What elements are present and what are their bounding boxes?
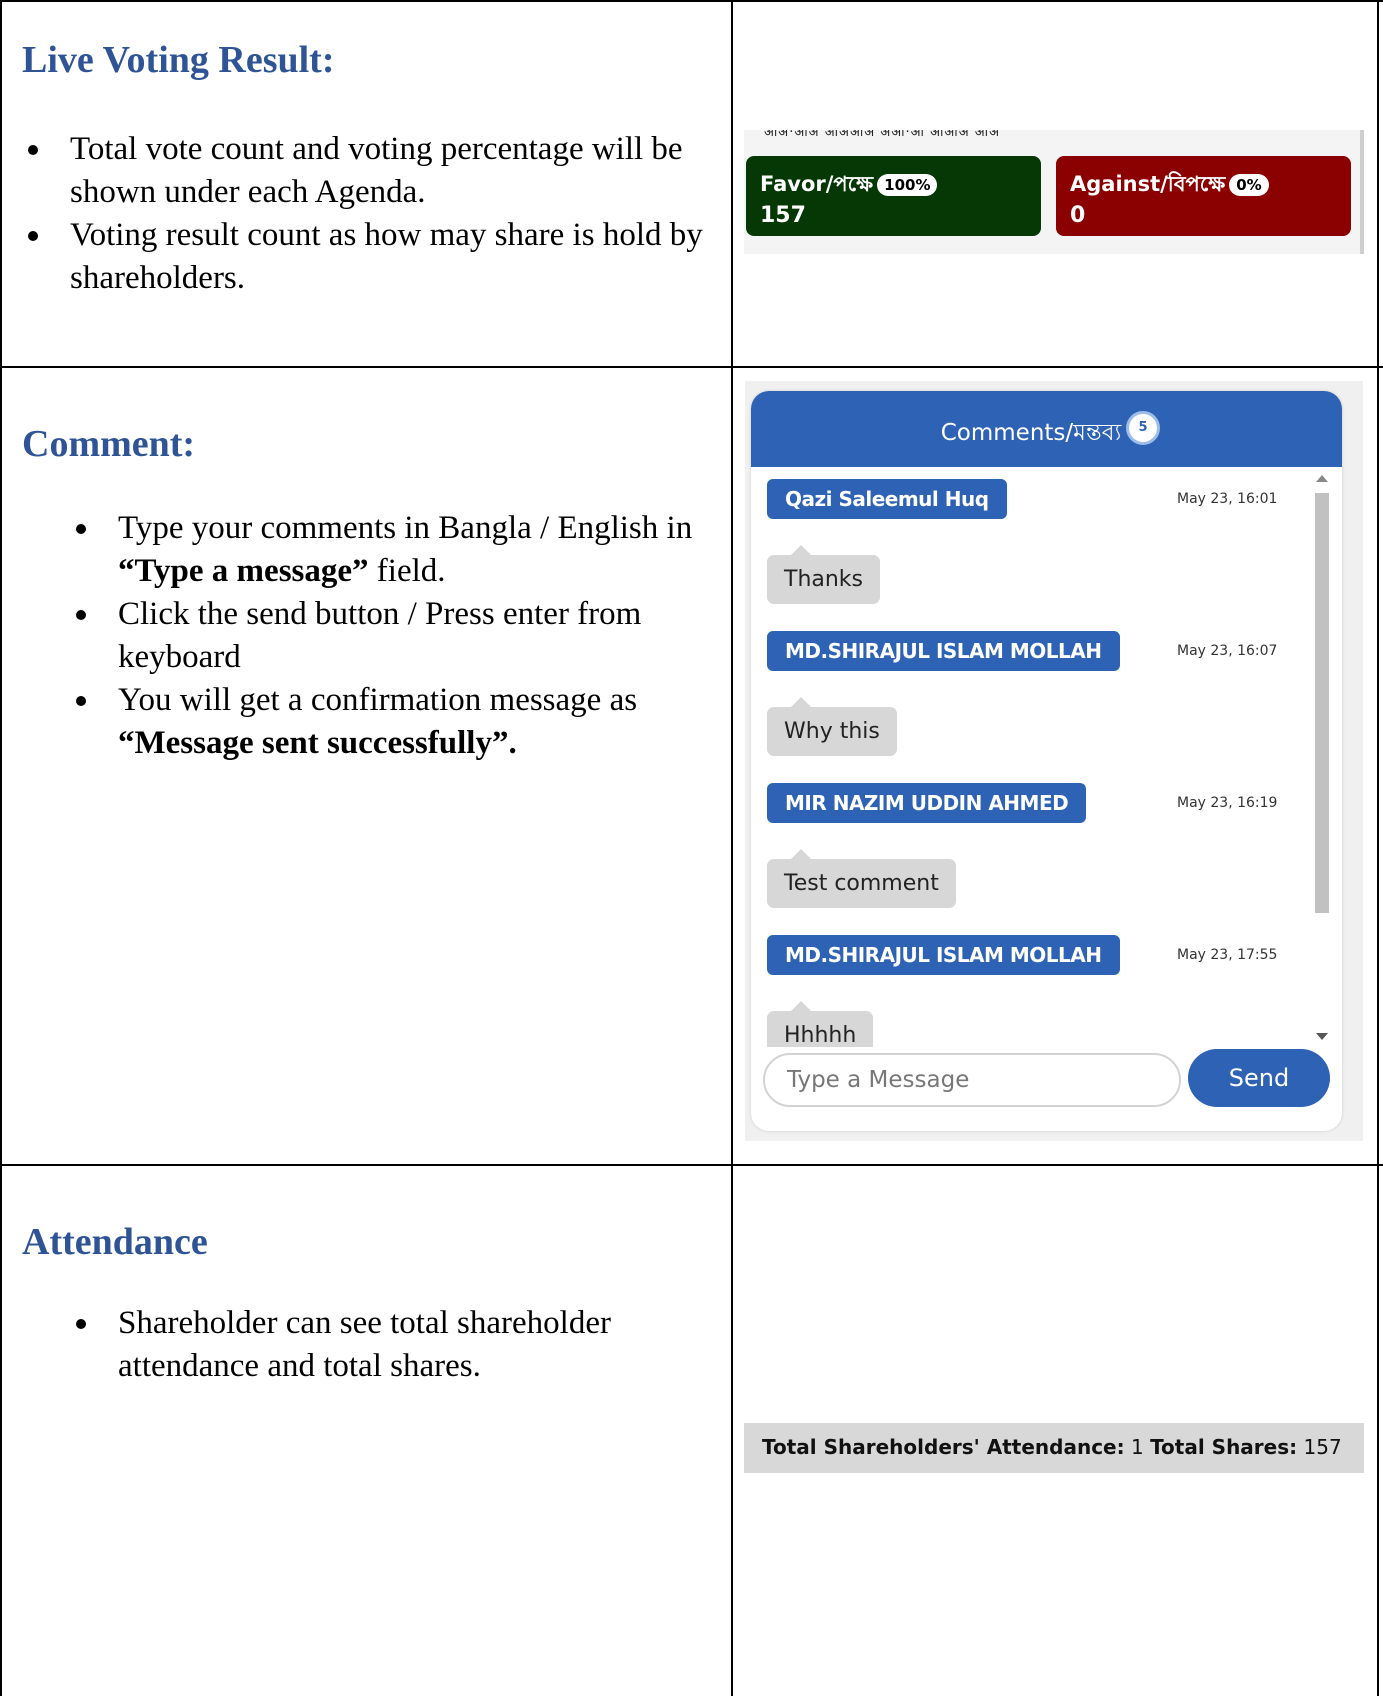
table-row-divider bbox=[0, 366, 1383, 368]
comments-screenshot: Comments/মন্তব্য 5 Qazi Saleemul Huq May… bbox=[745, 381, 1363, 1141]
comment-text: Why this bbox=[767, 697, 897, 756]
bullet-text: field. bbox=[368, 553, 446, 589]
comments-count-badge: 5 bbox=[1126, 411, 1160, 445]
comments-scrollbar[interactable] bbox=[1311, 467, 1333, 1047]
bullet-text: You will get a confirmation message as bbox=[118, 682, 638, 718]
bullet-text: Type your comments in Bangla / English i… bbox=[118, 510, 693, 546]
comment-time: May 23, 17:55 bbox=[1177, 947, 1278, 963]
table-row-divider bbox=[0, 1164, 1383, 1166]
favor-count: 157 bbox=[760, 203, 806, 228]
section-heading-attendance: Attendance bbox=[22, 1221, 208, 1263]
bullet-text: Click the send button / Press enter from… bbox=[118, 596, 642, 675]
comment-text: Test comment bbox=[767, 849, 956, 908]
bullet-text: Total vote count and voting percentage w… bbox=[70, 131, 683, 210]
comment-item: Qazi Saleemul Huq May 23, 16:01 Thanks bbox=[767, 467, 1287, 619]
against-vote-box: Against/বিপক্ষে 0% 0 bbox=[1056, 156, 1351, 236]
list-item: Click the send button / Press enter from… bbox=[70, 593, 720, 679]
against-label: Against/বিপক্ষে 0% bbox=[1070, 168, 1269, 203]
comment-text: Thanks bbox=[767, 545, 881, 604]
comment-item: MD.SHIRAJUL ISLAM MOLLAH May 23, 16:07 W… bbox=[767, 619, 1287, 771]
shares-label: Total Shares: bbox=[1150, 1435, 1298, 1459]
bullet-icon bbox=[28, 145, 38, 155]
list-item: Shareholder can see total shareholder at… bbox=[70, 1302, 720, 1388]
scrollbar[interactable] bbox=[1360, 130, 1364, 254]
scrollbar-thumb[interactable] bbox=[1315, 493, 1329, 913]
voting-result-screenshot: ॴॳ·ॴॳ ॴॳॴॳ ॳॴ·ॴ ॴॴॳ ॴॳ Favor/পক্ষে 100% 1… bbox=[744, 130, 1364, 254]
voting-bullet-list: Total vote count and voting percentage w… bbox=[22, 128, 722, 300]
favor-label: Favor/পক্ষে 100% bbox=[760, 168, 938, 203]
comments-list: Qazi Saleemul Huq May 23, 16:01 Thanks M… bbox=[751, 467, 1342, 1047]
comment-item: MIR NAZIM UDDIN AHMED May 23, 16:19 Test… bbox=[767, 771, 1287, 923]
table-border-top bbox=[0, 0, 1383, 2]
list-item: Voting result count as how may share is … bbox=[22, 214, 722, 300]
bullet-icon bbox=[76, 610, 86, 620]
cropped-agenda-text: ॴॳ·ॴॳ ॴॳॴॳ ॳॴ·ॴ ॴॴॳ ॴॳ bbox=[744, 130, 1364, 140]
comments-header: Comments/মন্তব্য 5 bbox=[751, 391, 1342, 467]
scroll-up-arrow-icon[interactable] bbox=[1316, 475, 1328, 482]
comment-author: Qazi Saleemul Huq bbox=[767, 479, 1007, 519]
comment-time: May 23, 16:07 bbox=[1177, 643, 1278, 659]
table-column-divider bbox=[731, 0, 733, 1696]
list-item: Total vote count and voting percentage w… bbox=[22, 128, 722, 214]
bullet-text-bold: “Message sent successfully”. bbox=[118, 725, 517, 761]
attendance-summary: Total Shareholders' Attendance: 1 Total … bbox=[762, 1435, 1342, 1459]
bullet-icon bbox=[76, 524, 86, 534]
bullet-text: Voting result count as how may share is … bbox=[70, 217, 703, 296]
comment-author: MIR NAZIM UDDIN AHMED bbox=[767, 783, 1087, 823]
attendance-screenshot: Total Shareholders' Attendance: 1 Total … bbox=[744, 1423, 1364, 1473]
send-button[interactable]: Send bbox=[1188, 1049, 1330, 1107]
attendance-bullet-list: Shareholder can see total shareholder at… bbox=[70, 1302, 720, 1388]
comment-bullet-list: Type your comments in Bangla / English i… bbox=[70, 507, 720, 765]
comments-card: Comments/মন্তব্য 5 Qazi Saleemul Huq May… bbox=[751, 391, 1342, 1131]
comment-time: May 23, 16:19 bbox=[1177, 795, 1278, 811]
list-item: You will get a confirmation message as “… bbox=[70, 679, 720, 765]
bullet-icon bbox=[76, 1319, 86, 1329]
against-percent-badge: 0% bbox=[1229, 174, 1269, 196]
comments-title: Comments/মন্তব্য bbox=[940, 420, 1122, 446]
comment-time: May 23, 16:01 bbox=[1177, 491, 1278, 507]
attendance-value: 1 bbox=[1130, 1435, 1144, 1459]
bullet-icon bbox=[76, 696, 86, 706]
table-border-left bbox=[0, 0, 2, 1696]
section-heading-voting: Live Voting Result: bbox=[22, 39, 335, 81]
list-item: Type your comments in Bangla / English i… bbox=[70, 507, 720, 593]
scroll-down-arrow-icon[interactable] bbox=[1316, 1033, 1328, 1040]
attendance-label: Total Shareholders' Attendance: bbox=[762, 1435, 1125, 1459]
shares-value: 157 bbox=[1303, 1435, 1342, 1459]
bullet-text-bold: “Type a message” bbox=[118, 553, 369, 589]
comment-author: MD.SHIRAJUL ISLAM MOLLAH bbox=[767, 631, 1120, 671]
section-heading-comment: Comment: bbox=[22, 423, 196, 465]
comment-item: MD.SHIRAJUL ISLAM MOLLAH May 23, 17:55 H… bbox=[767, 923, 1287, 1047]
table-border-right bbox=[1377, 0, 1379, 1696]
against-count: 0 bbox=[1070, 203, 1086, 228]
bullet-text: Shareholder can see total shareholder at… bbox=[118, 1305, 611, 1384]
favor-percent-badge: 100% bbox=[877, 174, 938, 196]
favor-vote-box: Favor/পক্ষে 100% 157 bbox=[746, 156, 1041, 236]
comment-text: Hhhhh bbox=[767, 1001, 874, 1047]
comment-author: MD.SHIRAJUL ISLAM MOLLAH bbox=[767, 935, 1120, 975]
message-input[interactable] bbox=[763, 1053, 1181, 1107]
bullet-icon bbox=[28, 231, 38, 241]
